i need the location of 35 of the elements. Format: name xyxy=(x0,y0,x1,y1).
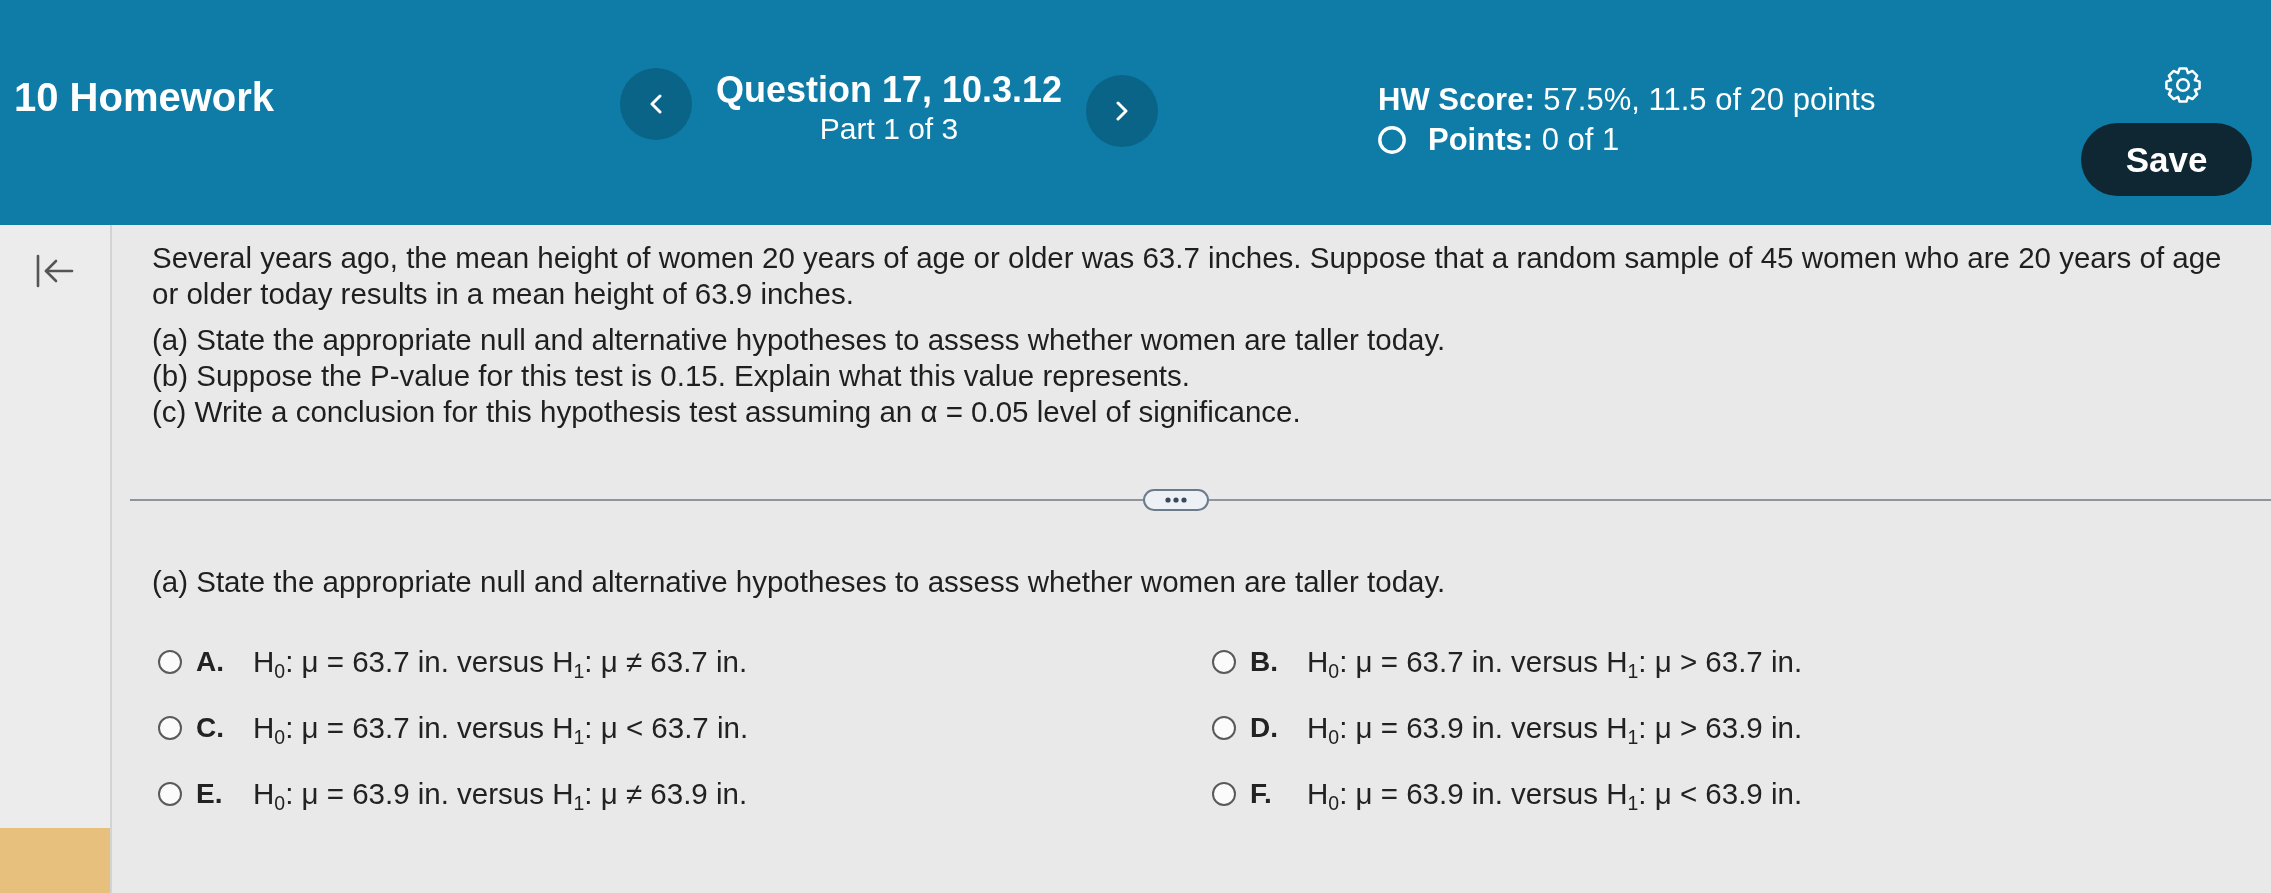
option-letter: A. xyxy=(196,645,225,679)
answer-choice-text: H$_{0}$: μ = 63.7 in. versus H$_{1}$: μ ≠ 63.7 in. xyxy=(253,644,748,680)
answer-choice-text: H$_{0}$: μ = 63.7 in. versus H$_{1}$: μ > 63.7 in. xyxy=(1307,644,1803,680)
radio-button[interactable] xyxy=(1212,650,1236,674)
question-part: (a) State the appropriate null and alternative hypotheses to assess whether women are taller today. xyxy=(152,322,1447,358)
course-title: 10 Homework xyxy=(14,75,276,119)
radio-button[interactable] xyxy=(158,782,182,806)
answer-choice-text: H$_{0}$: μ = 63.9 in. versus H$_{1}$: μ ≠ 63.9 in. xyxy=(253,776,748,812)
question-points: Points: 0 of 1 xyxy=(1428,121,1620,159)
question-part: (b) Suppose the P-value for this test is 0.15. Explain what this value represents. xyxy=(152,358,1191,394)
radio-button[interactable] xyxy=(158,650,182,674)
question-text: Several years ago, the mean height of women 20 years of age or older was 63.7 inches. Suppose that a random sample of 45 women who are 20 years of age or older today results in a mean height of 63.9 inches. xyxy=(152,240,2223,312)
radio-button[interactable] xyxy=(158,716,182,740)
save-button[interactable]: Save xyxy=(2081,123,2252,196)
option-letter: E. xyxy=(196,777,224,811)
answer-choice-text: H$_{0}$: μ = 63.9 in. versus H$_{1}$: μ < 63.9 in. xyxy=(1307,776,1803,812)
question-title: Question 17, 10.3.12 xyxy=(714,68,1064,112)
homework-score: HW Score: 57.5%, 11.5 of 20 points xyxy=(1378,81,1876,119)
ellipsis-icon xyxy=(1165,497,1187,503)
question-part: (c) Write a conclusion for this hypothesis test assuming an α = 0.05 level of significance. xyxy=(152,394,1302,430)
chevron-left-icon xyxy=(650,94,662,114)
question-part-indicator: Part 1 of 3 xyxy=(818,112,960,146)
empty-circle-icon xyxy=(1378,126,1406,154)
chevron-right-icon xyxy=(1116,101,1128,121)
answer-choice-text: H$_{0}$: μ = 63.7 in. versus H$_{1}$: μ < 63.7 in. xyxy=(253,710,749,746)
option-letter: B. xyxy=(1250,645,1279,679)
option-letter: D. xyxy=(1250,711,1279,745)
answer-choice-text: H$_{0}$: μ = 63.9 in. versus H$_{1}$: μ > 63.9 in. xyxy=(1307,710,1803,746)
option-letter: C. xyxy=(196,711,225,745)
radio-button[interactable] xyxy=(1212,716,1236,740)
settings-icon[interactable] xyxy=(2163,66,2202,104)
option-letter: F. xyxy=(1250,777,1273,811)
radio-button[interactable] xyxy=(1212,782,1236,806)
part-prompt: (a) State the appropriate null and alternative hypotheses to assess whether women are taller today. xyxy=(152,564,1447,600)
expand-button[interactable] xyxy=(1143,489,1209,511)
